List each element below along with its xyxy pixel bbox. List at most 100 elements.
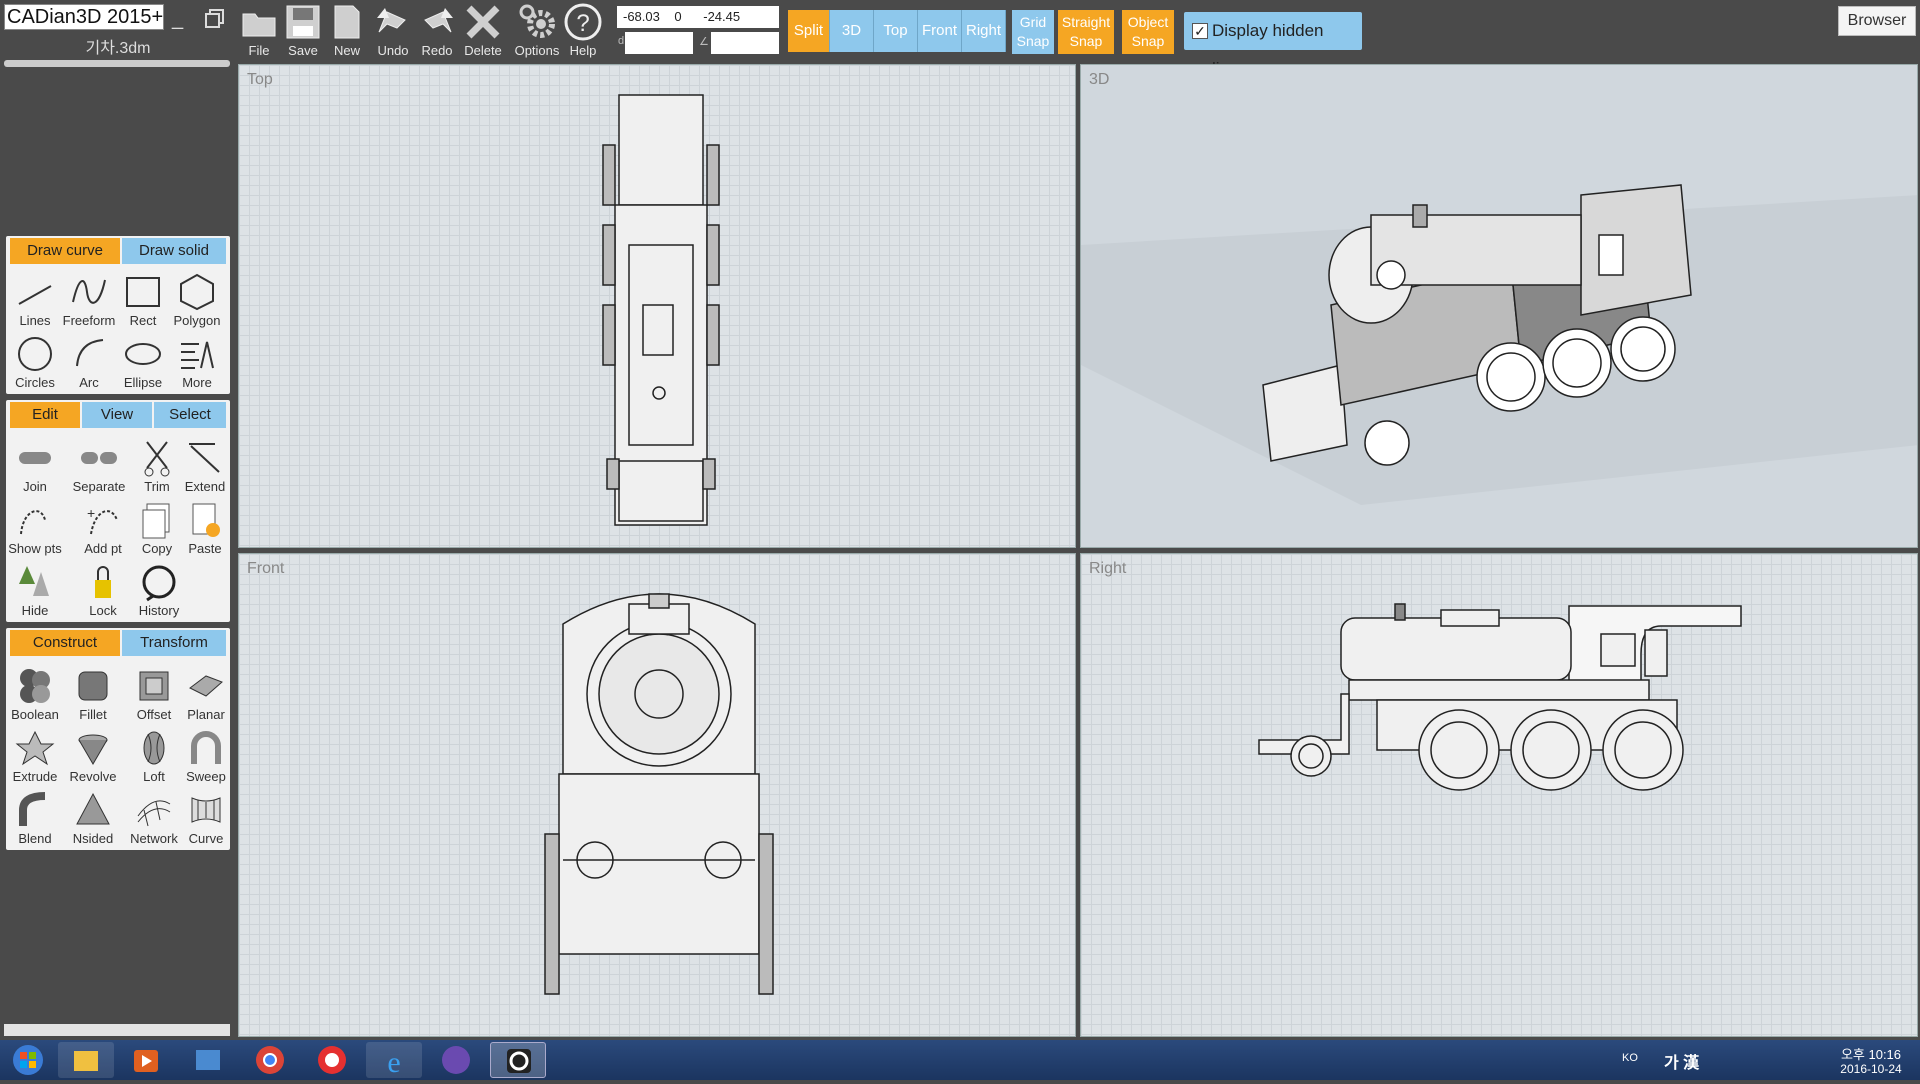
taskbar-cadian[interactable] (490, 1042, 546, 1078)
viewport-top[interactable]: Top (238, 64, 1076, 548)
tool-join[interactable]: Join (8, 436, 62, 498)
coord-x: -68.03 (623, 9, 660, 24)
tool-extrude[interactable]: Extrude (8, 726, 62, 788)
file-name: 기차.3dm (85, 40, 151, 57)
object-snap-button[interactable]: Object Snap (1122, 10, 1174, 54)
tab-edit[interactable]: Edit (10, 402, 80, 428)
tab-transform[interactable]: Transform (122, 630, 226, 656)
tab-draw-curve[interactable]: Draw curve (10, 238, 120, 264)
tool-trim[interactable]: Trim (132, 436, 182, 498)
nsided-icon (76, 792, 110, 825)
hidden-lines-checkbox[interactable]: ✓ (1192, 23, 1208, 39)
sweep-icon (191, 731, 221, 764)
panel-scrollbar[interactable] (4, 1024, 230, 1036)
distance-input[interactable] (625, 32, 693, 54)
new-button[interactable]: New (324, 0, 370, 60)
viewport-front[interactable]: Front (238, 553, 1076, 1037)
language-indicator[interactable]: KO (1622, 1052, 1638, 1064)
svg-text:e: e (387, 1046, 400, 1078)
straight-snap-button[interactable]: Straight Snap (1058, 10, 1114, 54)
tool-extend[interactable]: Extend (180, 436, 230, 498)
grid-snap-button[interactable]: Grid Snap (1012, 10, 1054, 54)
ime-indicator[interactable]: 가 漢 (1664, 1049, 1699, 1073)
trim-icon (144, 441, 170, 477)
explorer-icon (74, 1051, 98, 1071)
taskbar-app[interactable] (304, 1042, 360, 1078)
tool-add-point[interactable]: + Add pt (76, 498, 130, 560)
tool-show-points[interactable]: Show pts (8, 498, 62, 560)
save-button[interactable]: Save (280, 0, 326, 60)
tab-view[interactable]: View (82, 402, 152, 428)
browser-button[interactable]: Browser (1838, 6, 1916, 36)
tab-select[interactable]: Select (154, 402, 226, 428)
redo-button[interactable]: Redo (414, 0, 460, 60)
view-3d-button[interactable]: 3D (830, 10, 874, 52)
boolean-icon (20, 669, 50, 703)
tool-loft[interactable]: Loft (126, 726, 182, 788)
tool-nsided[interactable]: Nsided (66, 788, 120, 850)
tab-draw-solid[interactable]: Draw solid (122, 238, 226, 264)
undo-button[interactable]: Undo (370, 0, 416, 60)
tool-sweep[interactable]: Sweep (182, 726, 230, 788)
display-hidden-lines-toggle[interactable]: ✓ Display hidden lines (1184, 12, 1362, 78)
tool-history[interactable]: History (132, 560, 186, 622)
tool-hide[interactable]: Hide (8, 560, 62, 622)
help-button[interactable]: ? Help (560, 0, 606, 60)
edit-panel: Edit View Select Join Separate Trim Exte… (6, 400, 230, 622)
tool-offset[interactable]: Offset (126, 664, 182, 726)
s-app-icon (442, 1046, 470, 1074)
view-split-button[interactable]: Split (788, 10, 830, 52)
help-icon: ? (564, 3, 602, 41)
viewport-3d[interactable]: 3D (1080, 64, 1918, 548)
restore-button[interactable] (204, 8, 226, 30)
clock-date[interactable]: 2016-10-24 (1826, 1062, 1916, 1076)
view-right-button[interactable]: Right (962, 10, 1006, 52)
tool-blend[interactable]: Blend (8, 788, 62, 850)
taskbar-s-app[interactable] (428, 1042, 484, 1078)
taskbar-network-app[interactable] (180, 1042, 236, 1078)
circle-icon (18, 337, 52, 371)
app-title: CADian3D 2015+ (4, 4, 164, 30)
revolve-icon (78, 734, 108, 765)
tab-construct[interactable]: Construct (10, 630, 120, 656)
tool-boolean[interactable]: Boolean (8, 664, 62, 726)
taskbar-chrome[interactable] (242, 1042, 298, 1078)
tool-revolve[interactable]: Revolve (66, 726, 120, 788)
tool-circles[interactable]: Circles (8, 332, 62, 394)
options-button[interactable]: Options (514, 0, 560, 60)
tool-arc[interactable]: Arc (62, 332, 116, 394)
extend-icon (189, 443, 220, 473)
tool-paste[interactable]: Paste (180, 498, 230, 560)
tool-rect[interactable]: Rect (116, 270, 170, 332)
start-button[interactable] (4, 1042, 52, 1078)
show-points-icon (20, 510, 46, 535)
tool-lock[interactable]: Lock (76, 560, 130, 622)
angle-input[interactable] (711, 32, 779, 54)
tool-curve[interactable]: Curve (182, 788, 230, 850)
minimize-button[interactable]: _ (172, 8, 190, 30)
arc-icon (76, 339, 104, 367)
tool-copy[interactable]: Copy (132, 498, 182, 560)
tool-polygon[interactable]: Polygon (170, 270, 224, 332)
tool-separate[interactable]: Separate (72, 436, 126, 498)
viewport-right[interactable]: Right (1080, 553, 1918, 1037)
3d-view-drawing (1081, 184, 1917, 505)
tool-fillet[interactable]: Fillet (66, 664, 120, 726)
file-button[interactable]: File (236, 0, 282, 60)
view-front-button[interactable]: Front (918, 10, 962, 52)
tool-more[interactable]: More (170, 332, 224, 394)
tool-network[interactable]: Network (126, 788, 182, 850)
taskbar-explorer[interactable] (58, 1042, 114, 1078)
coordinate-readout[interactable]: -68.03 0 -24.45 (617, 6, 779, 28)
copy-icon (142, 503, 170, 539)
tool-freeform[interactable]: Freeform (62, 270, 116, 332)
tool-lines[interactable]: Lines (8, 270, 62, 332)
taskbar-internet-explorer[interactable]: e (366, 1042, 422, 1079)
restore-icon (205, 9, 224, 28)
clock-time[interactable]: 오후 10:16 (1826, 1044, 1916, 1063)
tool-ellipse[interactable]: Ellipse (116, 332, 170, 394)
view-top-button[interactable]: Top (874, 10, 918, 52)
delete-button[interactable]: Delete (460, 0, 506, 60)
tool-planar[interactable]: Planar (182, 664, 230, 726)
taskbar-media-player[interactable] (118, 1042, 174, 1078)
